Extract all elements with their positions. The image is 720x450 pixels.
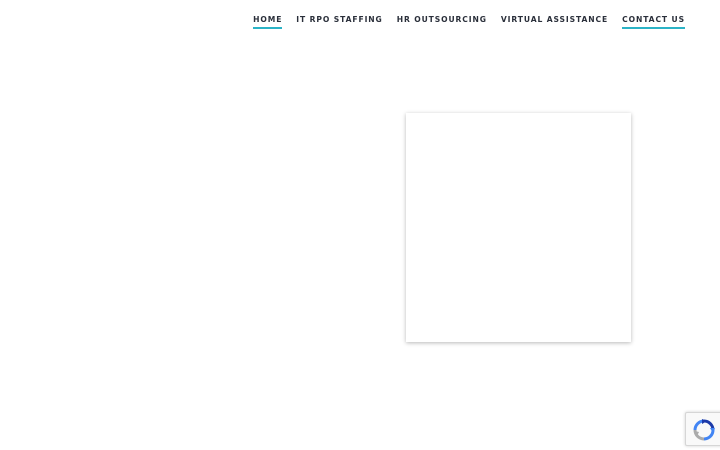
nav-virtual-assistance[interactable]: VIRTUAL ASSISTANCE	[501, 15, 608, 27]
main-nav: HOME IT RPO STAFFING HR OUTSOURCING VIRT…	[253, 15, 685, 29]
content-card	[406, 113, 631, 342]
page: HOME IT RPO STAFFING HR OUTSOURCING VIRT…	[0, 0, 720, 450]
nav-home[interactable]: HOME	[253, 15, 283, 29]
nav-hr-outsourcing[interactable]: HR OUTSOURCING	[397, 15, 487, 27]
nav-contact-us[interactable]: CONTACT US	[622, 15, 685, 29]
nav-it-rpo-staffing[interactable]: IT RPO STAFFING	[296, 15, 382, 27]
recaptcha-icon	[693, 419, 715, 441]
recaptcha-badge[interactable]	[685, 412, 720, 446]
